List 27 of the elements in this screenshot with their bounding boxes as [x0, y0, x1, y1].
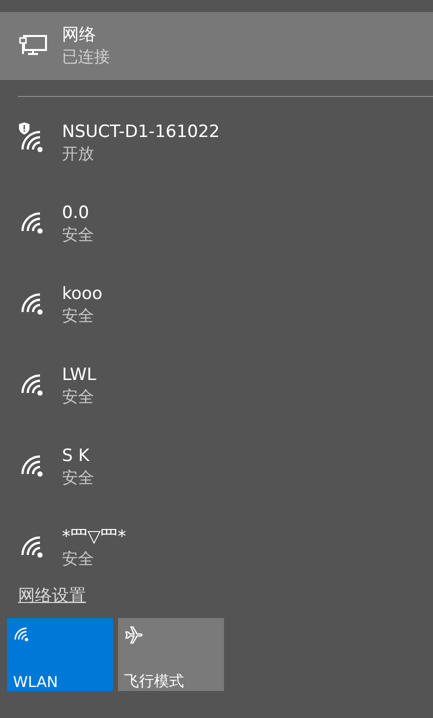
- security-status: 安全: [62, 386, 95, 408]
- wifi-network-item[interactable]: S K 安全: [0, 421, 433, 502]
- connected-network[interactable]: 网络 已连接: [0, 12, 433, 80]
- wifi-network-item[interactable]: NSUCT-D1-161022 开放: [0, 97, 433, 178]
- network-name: 0.0: [62, 202, 90, 224]
- connection-status: 已连接: [62, 46, 110, 68]
- security-status: 开放: [62, 143, 95, 165]
- security-status: 安全: [62, 467, 94, 489]
- wifi-network-item[interactable]: *罒▽罒* 安全: [0, 502, 433, 583]
- network-name: *罒▽罒*: [62, 526, 126, 548]
- network-name: S K: [62, 445, 90, 467]
- wifi-network-item[interactable]: kooo 安全: [0, 259, 433, 340]
- network-name: LWL: [62, 364, 96, 386]
- network-title: 网络: [62, 24, 97, 46]
- quick-action-tile[interactable]: WLAN: [7, 618, 113, 691]
- wifi-network-item[interactable]: 0.0 安全: [0, 178, 433, 259]
- quick-action-tile[interactable]: 飞行模式: [118, 618, 224, 691]
- network-name: kooo: [62, 283, 102, 305]
- monitor-icon: [18, 34, 48, 58]
- security-status: 安全: [62, 224, 94, 246]
- wifi-network-item[interactable]: LWL 安全: [0, 340, 433, 421]
- network-name: NSUCT-D1-161022: [62, 121, 220, 143]
- airplane-icon: [124, 626, 144, 644]
- security-status: 安全: [62, 305, 95, 327]
- security-status: 安全: [62, 548, 95, 570]
- network-settings-link[interactable]: 网络设置: [18, 584, 86, 614]
- wifi-icon: [13, 626, 31, 644]
